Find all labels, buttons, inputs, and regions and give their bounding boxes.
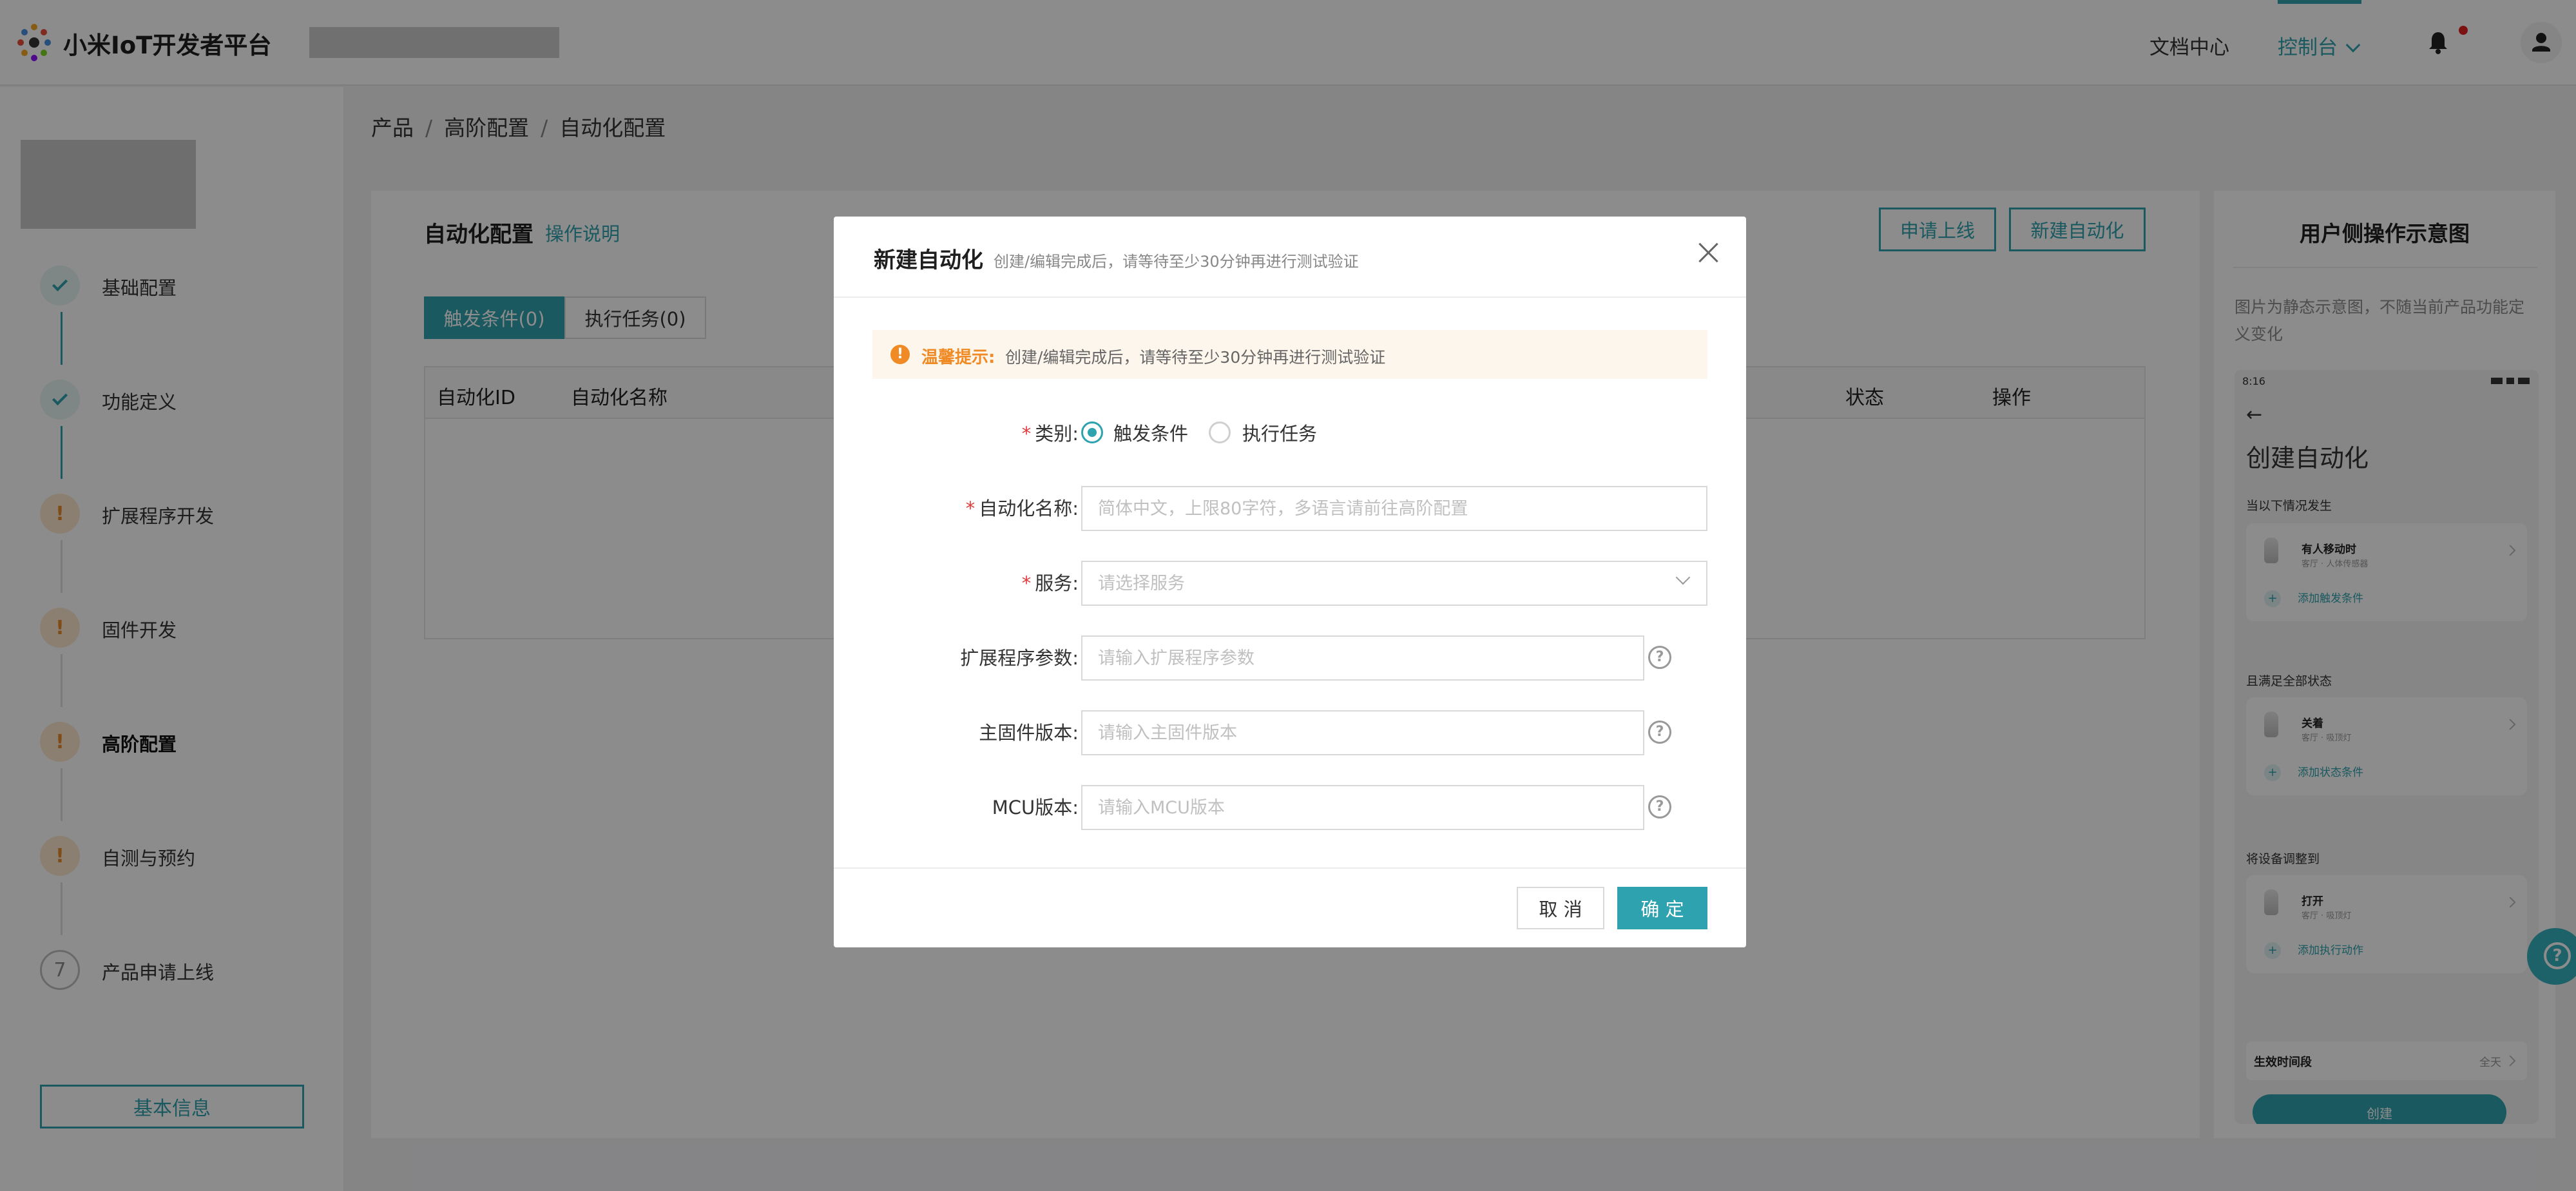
divider: [834, 867, 1746, 869]
firmware-version-input[interactable]: [1081, 710, 1644, 755]
extension-param-input[interactable]: [1081, 635, 1644, 681]
mcu-version-input[interactable]: [1081, 785, 1644, 830]
notice-label: 温馨提示:: [921, 348, 995, 367]
service-label-text: 服务:: [1035, 572, 1079, 594]
radio-label-task[interactable]: 执行任务: [1242, 419, 1317, 446]
required-mark: *: [1021, 423, 1032, 445]
warning-icon: !: [890, 345, 910, 364]
warning-notice: ! 温馨提示: 创建/编辑完成后，请等待至少30分钟再进行测试验证: [872, 330, 1707, 379]
ext-param-label: 扩展程序参数:: [960, 647, 1079, 669]
new-automation-modal: 新建自动化 创建/编辑完成后，请等待至少30分钟再进行测试验证 ! 温馨提示: …: [834, 217, 1746, 947]
service-select[interactable]: [1081, 561, 1707, 606]
modal-subtitle: 创建/编辑完成后，请等待至少30分钟再进行测试验证: [994, 253, 1359, 271]
required-mark: *: [1021, 572, 1032, 594]
modal-title: 新建自动化: [874, 247, 983, 273]
confirm-button[interactable]: 确 定: [1617, 887, 1707, 929]
automation-name-input[interactable]: [1081, 486, 1707, 531]
type-label: * 类别:: [834, 419, 1079, 446]
service-label: * 服务:: [834, 568, 1079, 596]
close-icon[interactable]: [1696, 240, 1722, 266]
mcu-version-label: MCU版本:: [992, 797, 1079, 818]
required-mark: *: [965, 498, 976, 519]
cancel-button[interactable]: 取 消: [1517, 887, 1604, 929]
name-label-text: 自动化名称:: [979, 498, 1079, 519]
divider: [834, 296, 1746, 298]
radio-trigger-condition[interactable]: [1081, 421, 1103, 443]
radio-execution-task[interactable]: [1209, 421, 1231, 443]
question-icon[interactable]: ?: [1648, 795, 1671, 818]
type-label-text: 类别:: [1035, 423, 1079, 445]
question-icon[interactable]: ?: [1648, 721, 1671, 744]
question-icon[interactable]: ?: [1648, 646, 1671, 669]
notice-text: 创建/编辑完成后，请等待至少30分钟再进行测试验证: [1005, 348, 1386, 367]
radio-label-trigger[interactable]: 触发条件: [1113, 419, 1188, 446]
firmware-version-label: 主固件版本:: [979, 722, 1079, 744]
name-label: * 自动化名称:: [834, 494, 1079, 521]
